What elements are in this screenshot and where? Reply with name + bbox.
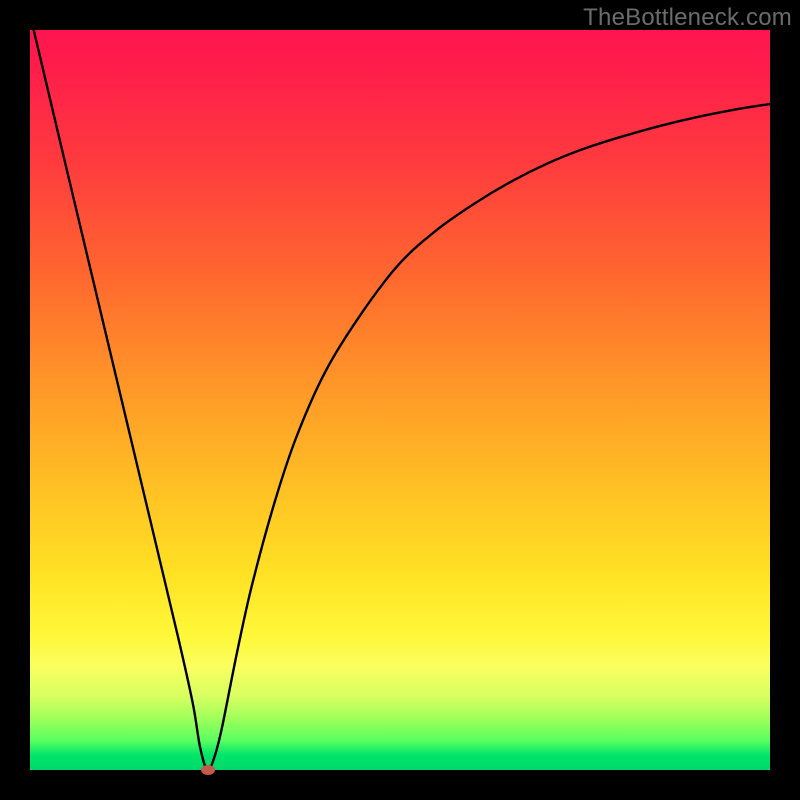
watermark-label: TheBottleneck.com [583,4,792,32]
plot-area [30,30,770,770]
bottleneck-curve [34,30,770,770]
chart-frame: TheBottleneck.com [0,0,800,800]
minimum-marker [201,765,215,775]
curve-layer [30,30,770,770]
